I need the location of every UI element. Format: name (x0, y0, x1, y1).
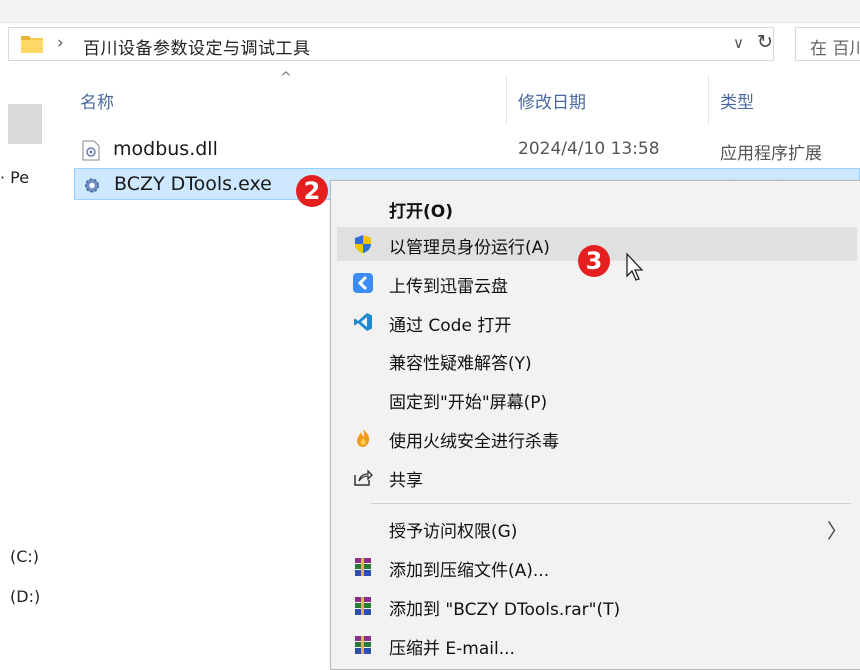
menu-item-label: 添加到 "BCZY DTools.rar"(T) (389, 600, 621, 620)
menu-item-add-to-archive[interactable]: 添加到压缩文件(A)... (337, 550, 857, 584)
menu-item-compat-troubleshoot[interactable]: 兼容性疑难解答(Y) (337, 343, 857, 377)
winrar-icon (355, 636, 371, 654)
refresh-icon[interactable]: ↻ (757, 31, 773, 53)
huorong-icon (357, 429, 370, 447)
winrar-icon (355, 558, 371, 576)
menu-item-label: 压缩并 E-mail... (389, 639, 515, 659)
nav-item-pe[interactable]: · Pe (0, 168, 29, 187)
nav-drive-d[interactable]: (D:) (10, 587, 40, 606)
menu-item-huorong-scan[interactable]: 使用火绒安全进行杀毒 (337, 421, 857, 455)
submenu-arrow-icon: 〉 (827, 519, 847, 543)
menu-item-label: 上传到迅雷云盘 (389, 277, 508, 297)
menu-item-label: 兼容性疑难解答(Y) (389, 354, 532, 374)
menu-item-grant-access[interactable]: 授予访问权限(G) 〉 (337, 511, 857, 545)
menu-item-compress-email[interactable]: 压缩并 E-mail... (337, 628, 857, 662)
step-badge-3: 3 (578, 245, 610, 277)
sort-ascending-icon: ^ (280, 70, 292, 86)
menu-item-label: 固定到"开始"屏幕(P) (389, 393, 548, 413)
file-name: BCZY DTools.exe (114, 173, 272, 195)
file-modified: 2024/4/10 13:58 (518, 139, 660, 159)
address-bar[interactable]: › 百川设备参数设定与调试工具 ∨ ↻ (8, 27, 774, 61)
xunlei-icon (353, 273, 373, 293)
column-header-modified[interactable]: 修改日期 (518, 88, 586, 113)
exe-gear-icon (85, 178, 99, 193)
folder-icon (21, 36, 43, 53)
breadcrumb-separator: › (57, 33, 64, 53)
column-header-type[interactable]: 类型 (720, 88, 754, 113)
search-input[interactable]: 在 百川 (795, 27, 860, 61)
vscode-icon (354, 313, 372, 331)
menu-item-label: 使用火绒安全进行杀毒 (389, 432, 559, 452)
file-type: 应用程序扩展 (720, 144, 822, 164)
menu-item-label: 授予访问权限(G) (389, 522, 518, 542)
menu-item-label: 添加到压缩文件(A)... (389, 561, 550, 581)
shield-icon (355, 235, 371, 253)
file-row[interactable]: modbus.dll 2024/4/10 13:58 应用程序扩展 (74, 134, 860, 166)
column-divider[interactable] (506, 75, 507, 125)
menu-item-label: 打开(O) (389, 202, 453, 222)
window-top-strip (0, 0, 860, 23)
share-icon (354, 469, 373, 486)
menu-item-label: 共享 (389, 471, 423, 491)
chevron-down-icon[interactable]: ∨ (733, 34, 744, 52)
search-placeholder: 在 百川 (810, 39, 860, 59)
menu-item-label: 通过 Code 打开 (389, 316, 512, 336)
file-name: modbus.dll (113, 138, 218, 160)
menu-item-share[interactable]: 共享 (337, 460, 857, 494)
column-divider[interactable] (708, 75, 709, 125)
winrar-icon (355, 597, 371, 615)
nav-selected-item[interactable] (8, 104, 42, 144)
menu-item-open[interactable]: 打开(O) (337, 191, 857, 225)
menu-item-open-with-code[interactable]: 通过 Code 打开 (337, 305, 857, 339)
dll-file-icon (82, 140, 100, 161)
mouse-pointer-icon (626, 252, 644, 281)
menu-item-add-to-rar[interactable]: 添加到 "BCZY DTools.rar"(T) (337, 589, 857, 623)
menu-separator (371, 503, 851, 504)
menu-item-label: 以管理员身份运行(A) (389, 238, 550, 258)
breadcrumb-current-folder[interactable]: 百川设备参数设定与调试工具 (83, 34, 311, 59)
menu-item-pin-to-start[interactable]: 固定到"开始"屏幕(P) (337, 382, 857, 416)
column-header-name[interactable]: 名称 (80, 88, 114, 113)
step-badge-2: 2 (296, 175, 328, 207)
nav-drive-c[interactable]: (C:) (10, 547, 39, 566)
